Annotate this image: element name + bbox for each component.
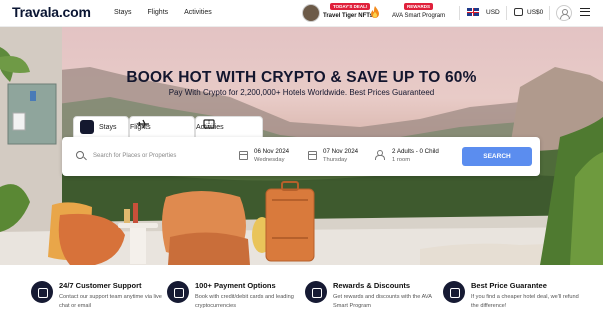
tab-flights[interactable]: Flights bbox=[129, 116, 195, 138]
guests-selector[interactable]: 2 Adults - 0 Child bbox=[392, 148, 439, 155]
wallet-balance[interactable]: US$0 bbox=[527, 9, 543, 16]
hero-headline: BOOK HOT WITH CRYPTO & SAVE UP TO 60% bbox=[126, 69, 477, 86]
calendar-icon bbox=[308, 151, 317, 160]
currency-selector[interactable]: USD bbox=[486, 9, 500, 16]
search-button[interactable]: SEARCH bbox=[462, 147, 532, 166]
fire-icon bbox=[371, 6, 379, 18]
hamburger-menu-icon[interactable] bbox=[580, 8, 590, 16]
tab-stays[interactable]: Stays bbox=[73, 116, 129, 138]
feature-title: Best Price Guarantee bbox=[471, 281, 547, 290]
rooms-count: 1 room bbox=[392, 157, 411, 163]
tab-stays-label: Stays bbox=[99, 123, 117, 131]
ava-label: AVA Smart Program bbox=[392, 13, 446, 19]
bed-icon bbox=[80, 120, 94, 134]
feature-desc: Contact our support team anytime via liv… bbox=[59, 294, 162, 309]
hero-subline: Pay With Crypto for 2,200,000+ Hotels Wo… bbox=[168, 88, 435, 97]
gift-icon bbox=[305, 281, 327, 303]
search-icon bbox=[76, 151, 84, 159]
price-tag-icon bbox=[443, 281, 465, 303]
destination-search-input[interactable]: Search for Places or Properties bbox=[93, 153, 176, 159]
feature-title: 24/7 Customer Support bbox=[59, 281, 142, 290]
headset-icon bbox=[31, 281, 53, 303]
uk-flag-icon[interactable] bbox=[467, 8, 479, 16]
wallet-icon bbox=[167, 281, 189, 303]
nav-stays[interactable]: Stays bbox=[114, 9, 132, 16]
feature-desc: Get rewards and discounts with the AVA S… bbox=[333, 294, 432, 309]
checkout-date[interactable]: 07 Nov 2024 bbox=[323, 148, 358, 155]
rewards-badge: REWARDS bbox=[404, 3, 434, 10]
checkout-day: Thursday bbox=[323, 157, 348, 163]
ticket-icon bbox=[203, 119, 215, 129]
feature-desc: If you find a cheaper hotel deal, we'll … bbox=[471, 294, 579, 309]
travala-logo[interactable]: Travala.com bbox=[12, 4, 91, 20]
feature-title: 100+ Payment Options bbox=[195, 281, 276, 290]
tab-activities[interactable]: Activities bbox=[195, 116, 263, 138]
checkin-day: Wednesday bbox=[254, 157, 285, 163]
nav-activities[interactable]: Activities bbox=[184, 9, 212, 16]
user-account-icon[interactable] bbox=[556, 5, 572, 21]
features-strip: 24/7 Customer Support Contact our suppor… bbox=[0, 265, 603, 328]
calendar-icon bbox=[239, 151, 248, 160]
header-divider bbox=[549, 6, 550, 20]
guests-icon bbox=[374, 150, 385, 160]
main-nav: Stays Flights Activities bbox=[114, 9, 228, 16]
promo-label: Travel Tiger NFTs bbox=[323, 13, 373, 19]
top-header: Travala.com Stays Flights Activities TOD… bbox=[0, 0, 603, 27]
header-divider bbox=[506, 6, 507, 20]
todays-deal-badge: TODAY'S DEAL! bbox=[330, 3, 371, 10]
feature-title: Rewards & Discounts bbox=[333, 281, 411, 290]
header-divider bbox=[459, 6, 460, 20]
feature-desc: Book with credit/debit cards and leading… bbox=[195, 294, 294, 309]
hero-banner: BOOK HOT WITH CRYPTO & SAVE UP TO 60% Pa… bbox=[0, 27, 603, 265]
checkin-date[interactable]: 06 Nov 2024 bbox=[254, 148, 289, 155]
ava-smart-program[interactable]: REWARDS AVA Smart Program bbox=[392, 3, 454, 23]
tiger-avatar bbox=[302, 4, 320, 22]
nav-flights[interactable]: Flights bbox=[148, 9, 169, 16]
wallet-icon[interactable] bbox=[514, 8, 523, 16]
plane-icon bbox=[137, 119, 149, 129]
search-panel: Search for Places or Properties 06 Nov 2… bbox=[62, 137, 540, 176]
